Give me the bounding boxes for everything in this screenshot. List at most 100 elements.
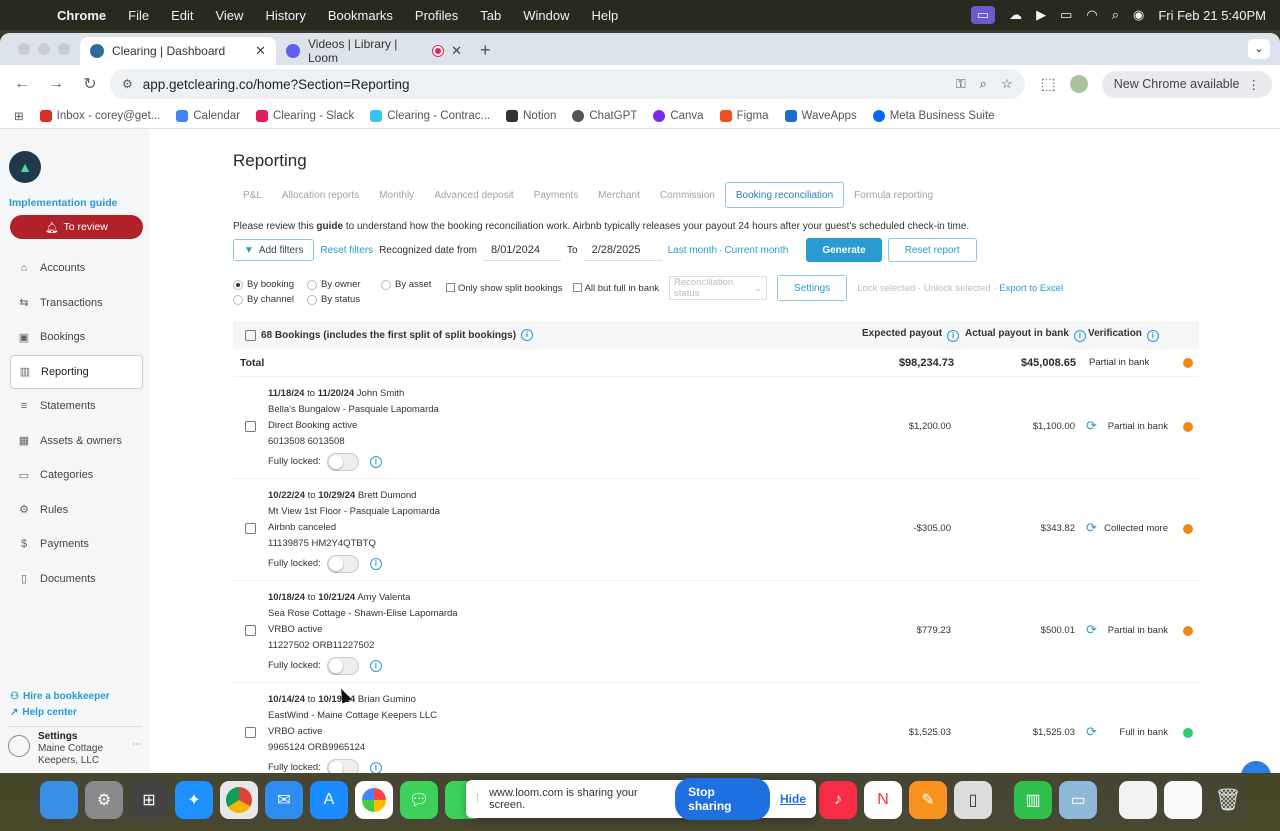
info-icon[interactable]: i (947, 330, 960, 342)
screen-share-icon[interactable]: ▭ (970, 6, 996, 24)
export-excel-link[interactable]: Export to Excel (999, 283, 1063, 294)
hire-bookkeeper-link[interactable]: ⚇ Hire a bookkeeper (0, 688, 150, 704)
radio-by-owner[interactable]: By owner (307, 279, 371, 290)
info-icon[interactable]: i (1073, 330, 1086, 342)
sidebar-item-statements[interactable]: ≡ Statements (0, 389, 150, 424)
bookmark-chatgpt[interactable]: ChatGPT (572, 109, 637, 122)
lock-selected-link[interactable]: Lock selected (857, 283, 915, 294)
app-store-icon[interactable]: A (310, 781, 348, 819)
bookmark-meta[interactable]: Meta Business Suite (872, 109, 995, 122)
messages-icon[interactable]: 💬︎ (400, 781, 438, 819)
apps-grid-icon[interactable]: ⊞ (14, 109, 24, 123)
tab-monthly[interactable]: Monthly (369, 182, 424, 208)
sync-icon[interactable]: ⟳ (1086, 724, 1097, 740)
iphone-mirroring-icon[interactable]: ▯ (954, 781, 992, 819)
screenshot-thumbnail-icon[interactable] (1119, 781, 1157, 819)
menu-bookmarks[interactable]: Bookmarks (317, 8, 404, 23)
date-to-input[interactable]: 2/28/2025 (583, 239, 662, 261)
sidebar-item-payments[interactable]: $ Payments (0, 527, 150, 562)
tab-allocation-reports[interactable]: Allocation reports (272, 182, 369, 208)
reset-report-button[interactable]: Reset report (887, 238, 977, 262)
hide-banner-link[interactable]: Hide (780, 792, 806, 806)
search-icon[interactable]: ⌕ (1112, 7, 1119, 23)
row-checkbox[interactable] (245, 727, 256, 738)
unlock-selected-link[interactable]: Unlock selected (924, 283, 991, 294)
sync-icon[interactable]: ⟳ (1086, 418, 1097, 434)
guest-name[interactable]: John Smith (357, 388, 405, 399)
sync-icon[interactable]: ⟳ (1086, 622, 1097, 638)
numbers-icon[interactable]: ▥ (1014, 781, 1052, 819)
menu-help[interactable]: Help (581, 8, 630, 23)
sidebar-item-documents[interactable]: ▯ Documents (0, 562, 150, 597)
site-settings-icon[interactable]: ⚙ (122, 77, 133, 91)
reconciliation-status-select[interactable]: Reconciliation status ⌄ (669, 276, 768, 300)
fully-locked-toggle[interactable] (326, 657, 359, 675)
bookmark-canva[interactable]: Canva (653, 109, 704, 122)
menu-profiles[interactable]: Profiles (404, 8, 469, 23)
sidebar-item-transactions[interactable]: ⇆ Transactions (0, 286, 150, 321)
wifi-icon[interactable]: ◠ (1086, 7, 1097, 23)
play-icon[interactable]: ▶ (1036, 7, 1046, 23)
menu-edit[interactable]: Edit (160, 8, 204, 23)
info-icon[interactable]: i (1146, 330, 1159, 342)
more-options-icon[interactable]: ⋯ (132, 739, 142, 750)
settings-account-button[interactable]: Settings Maine Cottage Keepers, LLC ⋯ (8, 726, 142, 773)
sidebar-item-rules[interactable]: ⚙ Rules (0, 493, 150, 528)
kebab-menu-icon[interactable]: ⋮ (1248, 77, 1261, 92)
info-icon[interactable]: i (369, 456, 382, 468)
select-all-checkbox[interactable] (245, 329, 256, 341)
extensions-icon[interactable]: ⬚ (1041, 74, 1056, 94)
creative-cloud-icon[interactable]: ☁ (1009, 7, 1022, 23)
guest-name[interactable]: Brian Gumino (358, 694, 416, 705)
preview-icon[interactable]: ▭ (1059, 781, 1097, 819)
profile-avatar[interactable] (1069, 75, 1088, 93)
back-arrow-icon[interactable]: ← (8, 75, 36, 93)
mail-icon[interactable]: ✉ (265, 781, 303, 819)
sidebar-item-reporting[interactable]: ▥ Reporting (10, 354, 143, 389)
row-checkbox[interactable] (245, 523, 256, 534)
close-tab-icon[interactable]: ✕ (451, 43, 462, 59)
guide-link[interactable]: guide (316, 221, 343, 232)
fully-locked-toggle[interactable] (326, 453, 359, 471)
close-window-button[interactable] (18, 43, 30, 55)
add-filters-button[interactable]: ▼ Add filters (233, 239, 315, 261)
to-review-button[interactable]: 🔔︎ To review (10, 215, 143, 239)
new-chrome-available-button[interactable]: New Chrome available ⋮ (1101, 70, 1272, 98)
bookmark-notion[interactable]: Notion (506, 109, 556, 122)
settings-button[interactable]: Settings (777, 275, 848, 301)
drag-handle-icon[interactable]: ⁞ (476, 793, 479, 805)
system-settings-icon[interactable]: ⚙ (85, 781, 123, 819)
safari-icon[interactable]: ✦ (175, 781, 213, 819)
radio-by-asset[interactable]: By asset (381, 279, 445, 290)
new-tab-button[interactable]: + (472, 40, 499, 61)
sidebar-item-assets-owners[interactable]: ▦ Assets & owners (0, 424, 150, 459)
info-icon[interactable]: i (369, 558, 382, 570)
fully-locked-toggle[interactable] (326, 759, 359, 773)
menu-app[interactable]: Chrome (46, 8, 117, 23)
tab-booking-reconciliation[interactable]: Booking reconciliation (724, 182, 845, 208)
forward-arrow-icon[interactable]: → (42, 75, 70, 93)
tab-pnl[interactable]: P&L (233, 182, 272, 208)
tab-search-chevron-icon[interactable]: ⌄ (1248, 39, 1270, 59)
zoom-icon[interactable]: ⌕ (980, 76, 987, 92)
tab-payments[interactable]: Payments (524, 182, 588, 208)
sidebar-item-bookings[interactable]: ▣ Bookings (0, 320, 150, 355)
tab-commission[interactable]: Commission (650, 182, 725, 208)
sync-icon[interactable]: ⟳ (1086, 520, 1097, 536)
row-checkbox[interactable] (245, 421, 256, 432)
launchpad-icon[interactable]: ⊞ (130, 781, 168, 819)
pages-icon[interactable]: ✎ (909, 781, 947, 819)
fully-locked-toggle[interactable] (326, 555, 359, 573)
document-thumbnail-icon[interactable] (1164, 781, 1202, 819)
implementation-guide-link[interactable]: Implementation guide (9, 197, 150, 209)
current-month-link[interactable]: Current month (724, 245, 788, 256)
music-icon[interactable]: ♪ (819, 781, 857, 819)
finder-icon[interactable] (40, 781, 78, 819)
stop-sharing-button[interactable]: Stop sharing (675, 778, 770, 820)
reload-icon[interactable]: ↻ (76, 74, 104, 94)
zoom-window-button[interactable] (58, 43, 70, 55)
menu-window[interactable]: Window (512, 8, 580, 23)
tab-advanced-deposit[interactable]: Advanced deposit (424, 182, 524, 208)
menu-history[interactable]: History (254, 8, 316, 23)
bookmark-contract[interactable]: Clearing - Contrac... (370, 109, 490, 122)
